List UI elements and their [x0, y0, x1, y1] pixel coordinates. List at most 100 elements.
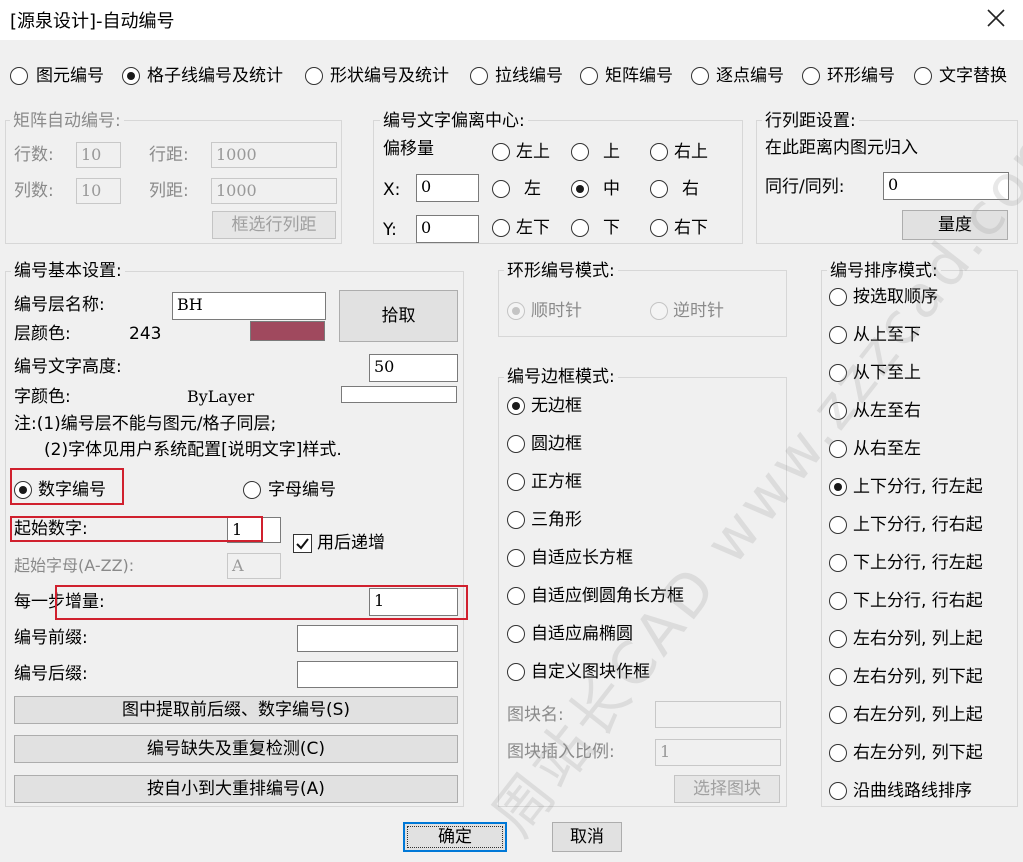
sort-option-label[interactable]: 左右分列, 列上起	[853, 629, 983, 649]
pos-radio-icon[interactable]	[492, 180, 510, 198]
pos-label[interactable]: 中	[603, 179, 620, 199]
pos-label[interactable]: 下	[603, 218, 620, 238]
sort-option-label[interactable]: 右左分列, 列下起	[853, 743, 983, 763]
pos-label[interactable]: 右	[682, 179, 699, 199]
tab-label[interactable]: 拉线编号	[495, 66, 563, 86]
ok-button[interactable]: 确定	[403, 822, 507, 852]
measure-button[interactable]: 量度	[902, 210, 1008, 240]
sort-option-label[interactable]: 从左至右	[853, 401, 921, 421]
pos-label[interactable]: 右下	[674, 218, 708, 238]
tab-label[interactable]: 形状编号及统计	[330, 66, 449, 86]
border-radio-icon[interactable]	[507, 473, 525, 491]
pos-label[interactable]: 左下	[516, 218, 550, 238]
pos-radio-icon[interactable]	[492, 219, 510, 237]
pick-button[interactable]: 拾取	[339, 290, 458, 342]
sort-option-label[interactable]: 从右至左	[853, 439, 921, 459]
tab-radio-icon[interactable]	[802, 67, 820, 85]
tab-label[interactable]: 格子线编号及统计	[147, 66, 283, 86]
border-option-label[interactable]: 自适应倒圆角长方框	[531, 586, 684, 606]
tab-radio-icon[interactable]	[580, 67, 598, 85]
sort-option-label[interactable]: 上下分行, 行左起	[853, 477, 983, 497]
pos-radio-icon[interactable]	[492, 143, 510, 161]
pos-label[interactable]: 左	[524, 179, 541, 199]
tab-label[interactable]: 环形编号	[827, 66, 895, 86]
tab-radio-icon[interactable]	[122, 67, 140, 85]
tab-radio-icon[interactable]	[914, 67, 932, 85]
border-option-label[interactable]: 正方框	[531, 472, 582, 492]
sort-radio-icon[interactable]	[829, 706, 847, 724]
tab-label[interactable]: 逐点编号	[716, 66, 784, 86]
layer-name-input[interactable]: BH	[172, 292, 326, 320]
checkbox-icon[interactable]	[293, 534, 312, 553]
row-distance-input[interactable]: 1000	[211, 142, 337, 168]
pos-radio-icon[interactable]	[650, 180, 668, 198]
alpha-mode-radio-icon[interactable]	[243, 481, 261, 499]
sort-radio-icon[interactable]	[829, 592, 847, 610]
pos-label[interactable]: 上	[603, 142, 620, 162]
tab-label[interactable]: 文字替换	[939, 66, 1007, 86]
tab-radio-icon[interactable]	[470, 67, 488, 85]
reorder-button[interactable]: 按自小到大重排编号(A)	[14, 775, 458, 803]
border-radio-icon[interactable]	[507, 397, 525, 415]
tab-label[interactable]: 图元编号	[36, 66, 104, 86]
suffix-input[interactable]	[297, 661, 458, 688]
start-number-input[interactable]: 1	[227, 517, 281, 543]
sort-option-label[interactable]: 从上至下	[853, 325, 921, 345]
cols-input[interactable]: 10	[76, 178, 121, 204]
pos-label[interactable]: 左上	[516, 142, 550, 162]
sort-radio-icon[interactable]	[829, 288, 847, 306]
border-radio-icon[interactable]	[507, 549, 525, 567]
counter-radio-icon[interactable]	[650, 302, 668, 320]
col-distance-input[interactable]: 1000	[211, 178, 337, 204]
sort-option-label[interactable]: 下上分行, 行左起	[853, 553, 983, 573]
border-radio-icon[interactable]	[507, 511, 525, 529]
offset-x-input[interactable]: 0	[416, 174, 479, 202]
rows-input[interactable]: 10	[76, 142, 121, 168]
sort-option-label[interactable]: 左右分列, 列下起	[853, 667, 983, 687]
sort-option-label[interactable]: 下上分行, 行右起	[853, 591, 983, 611]
sort-option-label[interactable]: 按选取顺序	[853, 287, 938, 307]
numeric-mode-radio-icon[interactable]	[14, 481, 32, 499]
start-letter-input[interactable]: A	[227, 553, 281, 579]
tab-radio-icon[interactable]	[10, 67, 28, 85]
tab-radio-icon[interactable]	[691, 67, 709, 85]
border-option-label[interactable]: 三角形	[531, 510, 582, 530]
sort-radio-icon[interactable]	[829, 744, 847, 762]
font-color-swatch[interactable]	[341, 386, 457, 403]
pos-radio-icon[interactable]	[571, 180, 589, 198]
text-height-input[interactable]: 50	[369, 354, 458, 382]
border-option-label[interactable]: 无边框	[531, 396, 582, 416]
layer-color-swatch[interactable]	[250, 321, 325, 341]
sort-radio-icon[interactable]	[829, 440, 847, 458]
border-option-label[interactable]: 自适应长方框	[531, 548, 633, 568]
pos-radio-icon[interactable]	[571, 219, 589, 237]
close-icon[interactable]	[985, 7, 1007, 29]
clockwise-label[interactable]: 顺时针	[531, 301, 582, 321]
tab-radio-icon[interactable]	[305, 67, 323, 85]
sort-option-label[interactable]: 沿曲线路线排序	[853, 781, 972, 801]
border-radio-icon[interactable]	[507, 435, 525, 453]
select-row-col-button[interactable]: 框选行列距	[212, 211, 336, 239]
tab-label[interactable]: 矩阵编号	[605, 66, 673, 86]
sort-radio-icon[interactable]	[829, 478, 847, 496]
sort-radio-icon[interactable]	[829, 364, 847, 382]
sort-radio-icon[interactable]	[829, 554, 847, 572]
border-radio-icon[interactable]	[507, 663, 525, 681]
sort-radio-icon[interactable]	[829, 630, 847, 648]
sort-option-label[interactable]: 从下至上	[853, 363, 921, 383]
sort-radio-icon[interactable]	[829, 402, 847, 420]
sort-option-label[interactable]: 上下分行, 行右起	[853, 515, 983, 535]
sort-radio-icon[interactable]	[829, 782, 847, 800]
border-radio-icon[interactable]	[507, 587, 525, 605]
counter-label[interactable]: 逆时针	[673, 301, 724, 321]
pos-label[interactable]: 右上	[674, 142, 708, 162]
pos-radio-icon[interactable]	[650, 143, 668, 161]
cancel-button[interactable]: 取消	[552, 822, 622, 852]
pos-radio-icon[interactable]	[650, 219, 668, 237]
prefix-input[interactable]	[297, 625, 458, 652]
step-input[interactable]: 1	[369, 588, 458, 616]
alpha-mode-label[interactable]: 字母编号	[268, 480, 336, 500]
border-option-label[interactable]: 自适应扁椭圆	[531, 624, 633, 644]
sort-radio-icon[interactable]	[829, 326, 847, 344]
block-name-input[interactable]	[655, 701, 781, 728]
